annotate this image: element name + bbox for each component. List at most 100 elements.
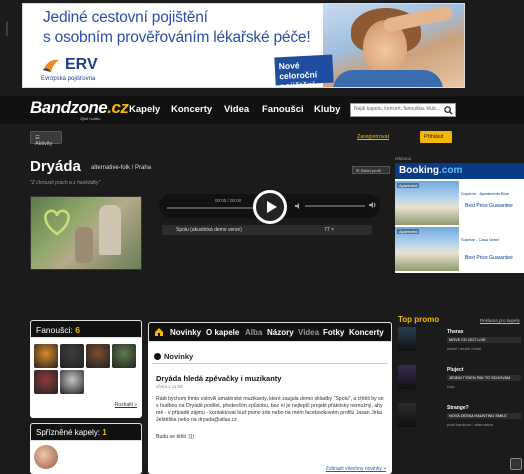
promo-band-tagline[interactable]: MOVE CD 2017 LIVE xyxy=(447,337,521,343)
promo-line-1: Nové celoroční xyxy=(278,60,318,82)
promo-thumb[interactable] xyxy=(398,327,416,351)
promo-band-genre: post hardcore / alternative xyxy=(447,422,494,427)
promo-band-name[interactable]: Pluject xyxy=(447,367,463,373)
promo-band-name[interactable]: Therax xyxy=(447,329,463,335)
band-name: Dryáda xyxy=(30,158,81,175)
fan-avatar[interactable] xyxy=(112,344,136,368)
divider xyxy=(152,363,388,364)
tab-alba[interactable]: Alba xyxy=(245,328,262,337)
tab-koncerty[interactable]: Koncerty xyxy=(349,328,384,337)
tab-nazory[interactable]: Názory xyxy=(267,328,294,337)
booking-title-1[interactable]: Superior - Apartments Blue xyxy=(461,191,509,196)
booking-tag-2: Apartment xyxy=(397,229,420,234)
site-tagline: Zjisti hudbu xyxy=(80,116,101,121)
nav-kapely[interactable]: Kapely xyxy=(129,104,160,115)
erv-brand-sub: Evropská pojišťovna xyxy=(41,76,96,82)
site-logo[interactable]: Bandzone.cz xyxy=(30,98,129,118)
booking-image-1[interactable]: Apartment xyxy=(395,181,459,225)
volume-low-icon[interactable] xyxy=(294,202,302,210)
ad-label: reklama xyxy=(4,21,9,36)
play-icon xyxy=(267,201,277,213)
volume-high-icon[interactable] xyxy=(368,201,376,209)
nav-videa[interactable]: Videa xyxy=(224,104,249,115)
related-bands-title: Spřízněné kapely: xyxy=(36,428,101,437)
band-genre: alternative-folk / Praha xyxy=(91,165,152,171)
scroll-corner-widget[interactable] xyxy=(510,458,522,470)
bullet-icon xyxy=(154,353,161,360)
news-post-body: Rádi bychom tímto oslovili amatérské muz… xyxy=(156,396,384,423)
fan-avatar[interactable] xyxy=(86,344,110,368)
erv-brand: ERV xyxy=(65,56,98,73)
promo-band-tagline[interactable]: NOVÁ DESKA HAUNTING SMILE xyxy=(447,413,521,419)
promo-thumb[interactable] xyxy=(398,403,416,427)
booking-ad[interactable]: Booking.com Apartment Superior - Apartme… xyxy=(395,163,524,273)
news-post-date: včera v 11:58 xyxy=(156,384,183,389)
login-button[interactable]: Přihlásit xyxy=(420,131,452,143)
booking-cta-1[interactable]: Best Price Guarantee xyxy=(465,203,513,209)
activity-label: Aktivity xyxy=(35,141,53,147)
fan-avatar[interactable] xyxy=(34,370,58,394)
related-band-avatar[interactable] xyxy=(34,445,58,469)
ad-promo-badge: Nové celoroční pojištění xyxy=(274,54,334,88)
news-post-signature: Budu se těšit :))) xyxy=(156,434,195,440)
fan-avatar[interactable] xyxy=(60,370,84,394)
top-promo-title: Top promo xyxy=(398,315,440,324)
all-news-link[interactable]: Zobrazit všechny novinky » xyxy=(326,466,386,472)
booking-brand: Booking xyxy=(399,165,439,176)
share-profile-button[interactable]: ✉ Sdílet profil xyxy=(352,166,390,174)
related-bands-header: Spřízněné kapely: 1 xyxy=(30,423,142,441)
main-content-box: Novinky O kapele Alba Názory Videa Fotky… xyxy=(148,322,392,474)
promo-thumb[interactable] xyxy=(398,365,416,389)
home-icon[interactable] xyxy=(154,327,164,337)
booking-cta-2[interactable]: Best Price Guarantee xyxy=(465,255,513,261)
booking-tag-1: Apartment xyxy=(397,183,420,188)
logo-text: Bandzone xyxy=(30,98,108,117)
fan-avatar[interactable] xyxy=(34,344,58,368)
booking-title-2[interactable]: Supetar - Casa Varež xyxy=(461,237,499,242)
player-time: 00:00 / 00:00 xyxy=(215,198,242,203)
promo-band-tagline[interactable]: JESEM TÝDEN PAK TO SCHOVÁM xyxy=(447,375,521,381)
related-bands-box: Spřízněné kapely: 1 xyxy=(30,423,142,474)
profile-tabs: Novinky O kapele Alba Názory Videa Fotky… xyxy=(148,322,392,342)
nav-fanousci[interactable]: Fanoušci xyxy=(262,104,304,115)
promo-line-2: pojištění xyxy=(279,79,315,88)
activity-button[interactable]: ☰ Aktivity xyxy=(30,131,62,147)
related-bands-count: 1 xyxy=(102,428,107,437)
search-placeholder: Najdi kapelu, koncert, fanouška, klub... xyxy=(354,106,440,112)
ad-banner[interactable]: Jediné cestovní pojištění s osobním prov… xyxy=(22,3,465,88)
ad-label-side: reklama xyxy=(395,156,412,161)
search-input[interactable]: Najdi kapelu, koncert, fanouška, klub... xyxy=(350,103,456,117)
news-section-title: Novinky xyxy=(164,352,194,361)
promo-band-genre: metal / death metal xyxy=(447,346,482,351)
tab-o-kapele[interactable]: O kapele xyxy=(206,328,239,337)
erv-logo: ERV Evropská pojišťovna xyxy=(41,54,141,86)
fans-title: Fanoušci: xyxy=(36,325,73,335)
ad-banner-area: reklama Jediné cestovní pojištění s osob… xyxy=(0,0,524,92)
nav-koncerty[interactable]: Koncerty xyxy=(171,104,212,115)
tab-fotky[interactable]: Fotky xyxy=(323,328,344,337)
promo-for-bands-link[interactable]: Reklama pro kapely xyxy=(480,318,520,323)
promo-band-genre: rock xyxy=(447,384,455,389)
promo-band-name[interactable]: Strange? xyxy=(447,405,469,411)
nav-kluby[interactable]: Kluby xyxy=(314,104,340,115)
news-post-title[interactable]: Dryáda hledá zpěvačky i muzikanty xyxy=(156,374,281,383)
band-photo[interactable] xyxy=(30,196,142,270)
booking-header: Booking.com xyxy=(395,163,524,179)
fan-avatar[interactable] xyxy=(60,344,84,368)
heart-logo-icon xyxy=(44,209,70,236)
search-icon[interactable] xyxy=(444,106,453,115)
logo-suffix: .cz xyxy=(107,98,129,117)
expand-fans-link[interactable]: Rozbalit » xyxy=(115,402,137,408)
fans-count: 6 xyxy=(75,325,80,335)
register-link[interactable]: Zaregistrovat xyxy=(357,134,389,140)
erv-logo-icon xyxy=(43,59,59,72)
tab-novinky[interactable]: Novinky xyxy=(170,328,201,337)
news-section-header: Novinky xyxy=(154,352,193,361)
track-row[interactable]: Spolu (akustická demo verze) 77 × xyxy=(162,225,372,235)
fans-box: Fanoušci: 6 Rozbalit » xyxy=(30,320,142,418)
booking-image-2[interactable]: Apartment xyxy=(395,227,459,271)
share-label: Sdílet profil xyxy=(360,168,381,173)
tab-videa[interactable]: Videa xyxy=(298,328,319,337)
volume-slider[interactable] xyxy=(305,205,365,207)
play-button[interactable] xyxy=(253,190,287,224)
